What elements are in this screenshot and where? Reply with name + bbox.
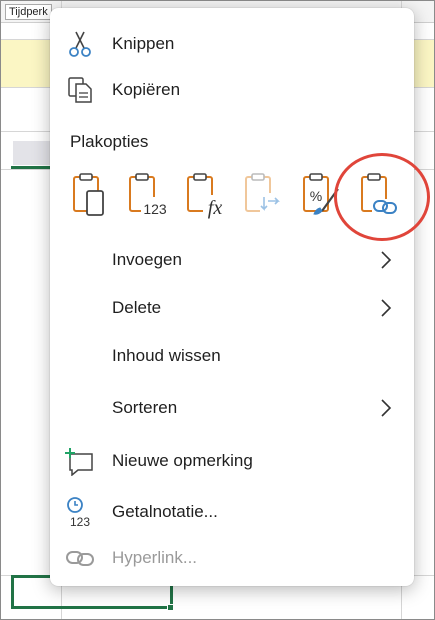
svg-text:fx: fx (208, 197, 223, 219)
svg-text:%: % (310, 188, 322, 204)
menu-item-label: Nieuwe opmerking (112, 451, 253, 470)
menu-item-copy[interactable]: Kopiëren (50, 70, 414, 110)
menu-item-label: Kopiëren (112, 80, 181, 99)
paste-option-transpose[interactable] (240, 168, 288, 226)
menu-item-label: Invoegen (112, 250, 182, 269)
paste-options-title: Plakopties (70, 132, 149, 151)
chevron-right-icon (378, 298, 394, 318)
paste-values-icon: 123 (126, 171, 170, 224)
menu-item-insert[interactable]: Invoegen (50, 240, 414, 280)
link-icon (64, 542, 96, 574)
menu-item-clear-contents[interactable]: Inhoud wissen (50, 336, 414, 376)
menu-item-hyperlink[interactable]: Hyperlink... (50, 538, 414, 578)
menu-item-label: Inhoud wissen (112, 346, 221, 365)
svg-text:123: 123 (70, 515, 90, 529)
menu-item-new-comment[interactable]: Nieuwe opmerking (50, 441, 414, 481)
paste-option-keep-source[interactable] (66, 168, 114, 226)
paste-formulas-icon: fx (184, 171, 228, 224)
highlight-circle (334, 153, 430, 241)
grey-cell (13, 141, 55, 165)
paste-transpose-icon (242, 171, 286, 224)
menu-item-label: Knippen (112, 34, 175, 53)
paste-keep-source-icon (70, 171, 110, 224)
new-comment-icon (64, 445, 96, 477)
context-menu: Knippen Kopiëren Plakopties 123 fx % Inv… (50, 8, 430, 586)
menu-item-sort[interactable]: Sorteren (50, 388, 414, 428)
menu-item-label: Delete (112, 298, 162, 317)
svg-text:123: 123 (143, 201, 167, 217)
menu-item-label: Getalnotatie... (112, 502, 218, 521)
menu-item-number-format[interactable]: 123 Getalnotatie... (50, 492, 414, 532)
sheet-tab-label[interactable]: Tijdperk (5, 4, 52, 20)
scissors-icon (64, 28, 96, 60)
menu-item-label: Hyperlink... (112, 548, 198, 567)
chevron-right-icon (378, 398, 394, 418)
number-format-icon: 123 (64, 496, 96, 529)
fill-handle[interactable] (167, 604, 174, 611)
copy-icon (64, 74, 96, 106)
menu-item-cut[interactable]: Knippen (50, 24, 414, 64)
menu-item-label: Sorteren (112, 398, 178, 417)
menu-item-delete[interactable]: Delete (50, 288, 414, 328)
chevron-right-icon (378, 250, 394, 270)
paste-option-formulas[interactable]: fx (182, 168, 230, 226)
paste-option-values[interactable]: 123 (124, 168, 172, 226)
